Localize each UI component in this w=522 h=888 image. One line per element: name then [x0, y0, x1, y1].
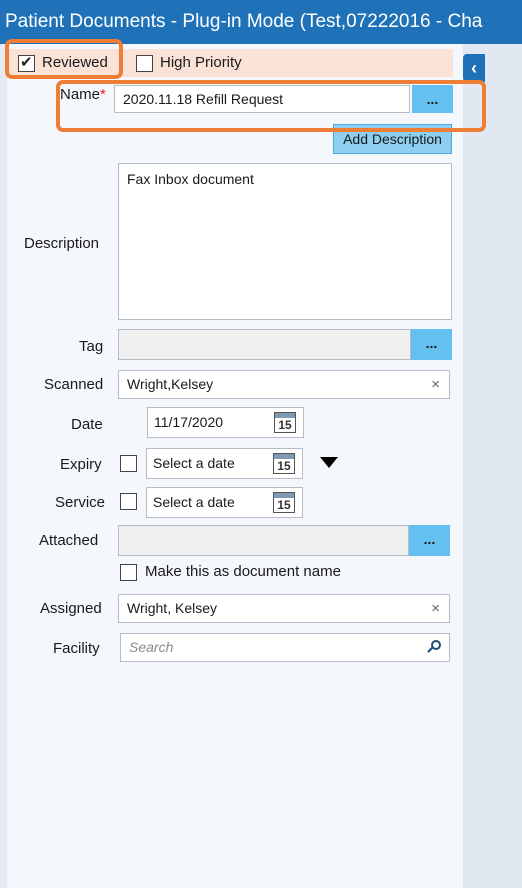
date-label: Date — [71, 416, 103, 433]
service-placeholder: Select a date — [153, 494, 235, 510]
date-picker[interactable]: 11/17/2020 15 — [147, 407, 304, 438]
dropdown-arrow-icon[interactable] — [320, 457, 338, 468]
facility-label: Facility — [53, 640, 100, 657]
facility-placeholder: Search — [129, 639, 174, 655]
date-value: 11/17/2020 — [154, 414, 224, 430]
collapse-panel-button[interactable]: ‹ — [463, 54, 485, 82]
window-title: Patient Documents - Plug-in Mode (Test,0… — [0, 0, 522, 44]
calendar-icon[interactable]: 15 — [273, 492, 295, 513]
chevron-left-icon: ‹ — [471, 58, 477, 78]
expiry-checkbox[interactable] — [120, 455, 137, 472]
calendar-icon[interactable]: 15 — [274, 412, 296, 433]
clear-icon[interactable]: × — [431, 371, 440, 398]
side-pane — [463, 44, 522, 888]
expiry-date-picker[interactable]: Select a date 15 — [146, 448, 303, 479]
scanned-by-value: Wright,Kelsey — [127, 376, 214, 392]
make-document-name-label[interactable]: Make this as document name — [145, 563, 341, 580]
name-highlight — [56, 80, 486, 132]
service-label: Service — [55, 494, 106, 511]
reviewed-highlight — [5, 39, 123, 79]
service-checkbox[interactable] — [120, 493, 137, 510]
expiry-label: Expiry — [60, 456, 102, 473]
assigned-label: Assigned — [40, 600, 102, 617]
high-priority-checkbox[interactable] — [136, 55, 153, 72]
scanned-by-input[interactable]: Wright,Kelsey × — [118, 370, 450, 399]
scanned-label: Scanned — [44, 376, 104, 393]
tag-browse-button[interactable]: ... — [411, 329, 452, 360]
tag-input[interactable] — [118, 329, 411, 360]
assigned-input[interactable]: Wright, Kelsey × — [118, 594, 450, 623]
facility-search-input[interactable]: Search — [120, 633, 450, 662]
attached-browse-button[interactable]: ... — [409, 525, 450, 556]
high-priority-label[interactable]: High Priority — [160, 54, 242, 71]
clear-icon[interactable]: × — [431, 595, 440, 622]
service-date-picker[interactable]: Select a date 15 — [146, 487, 303, 518]
description-label: Description — [24, 235, 100, 252]
description-textarea[interactable]: Fax Inbox document — [118, 163, 452, 320]
attached-input[interactable] — [118, 525, 409, 556]
calendar-icon[interactable]: 15 — [273, 453, 295, 474]
make-document-name-checkbox[interactable] — [120, 564, 137, 581]
search-icon[interactable] — [427, 640, 441, 654]
attached-label: Attached — [39, 532, 99, 549]
assigned-value: Wright, Kelsey — [127, 600, 217, 616]
tag-label: Tag — [79, 338, 104, 355]
expiry-placeholder: Select a date — [153, 455, 235, 471]
